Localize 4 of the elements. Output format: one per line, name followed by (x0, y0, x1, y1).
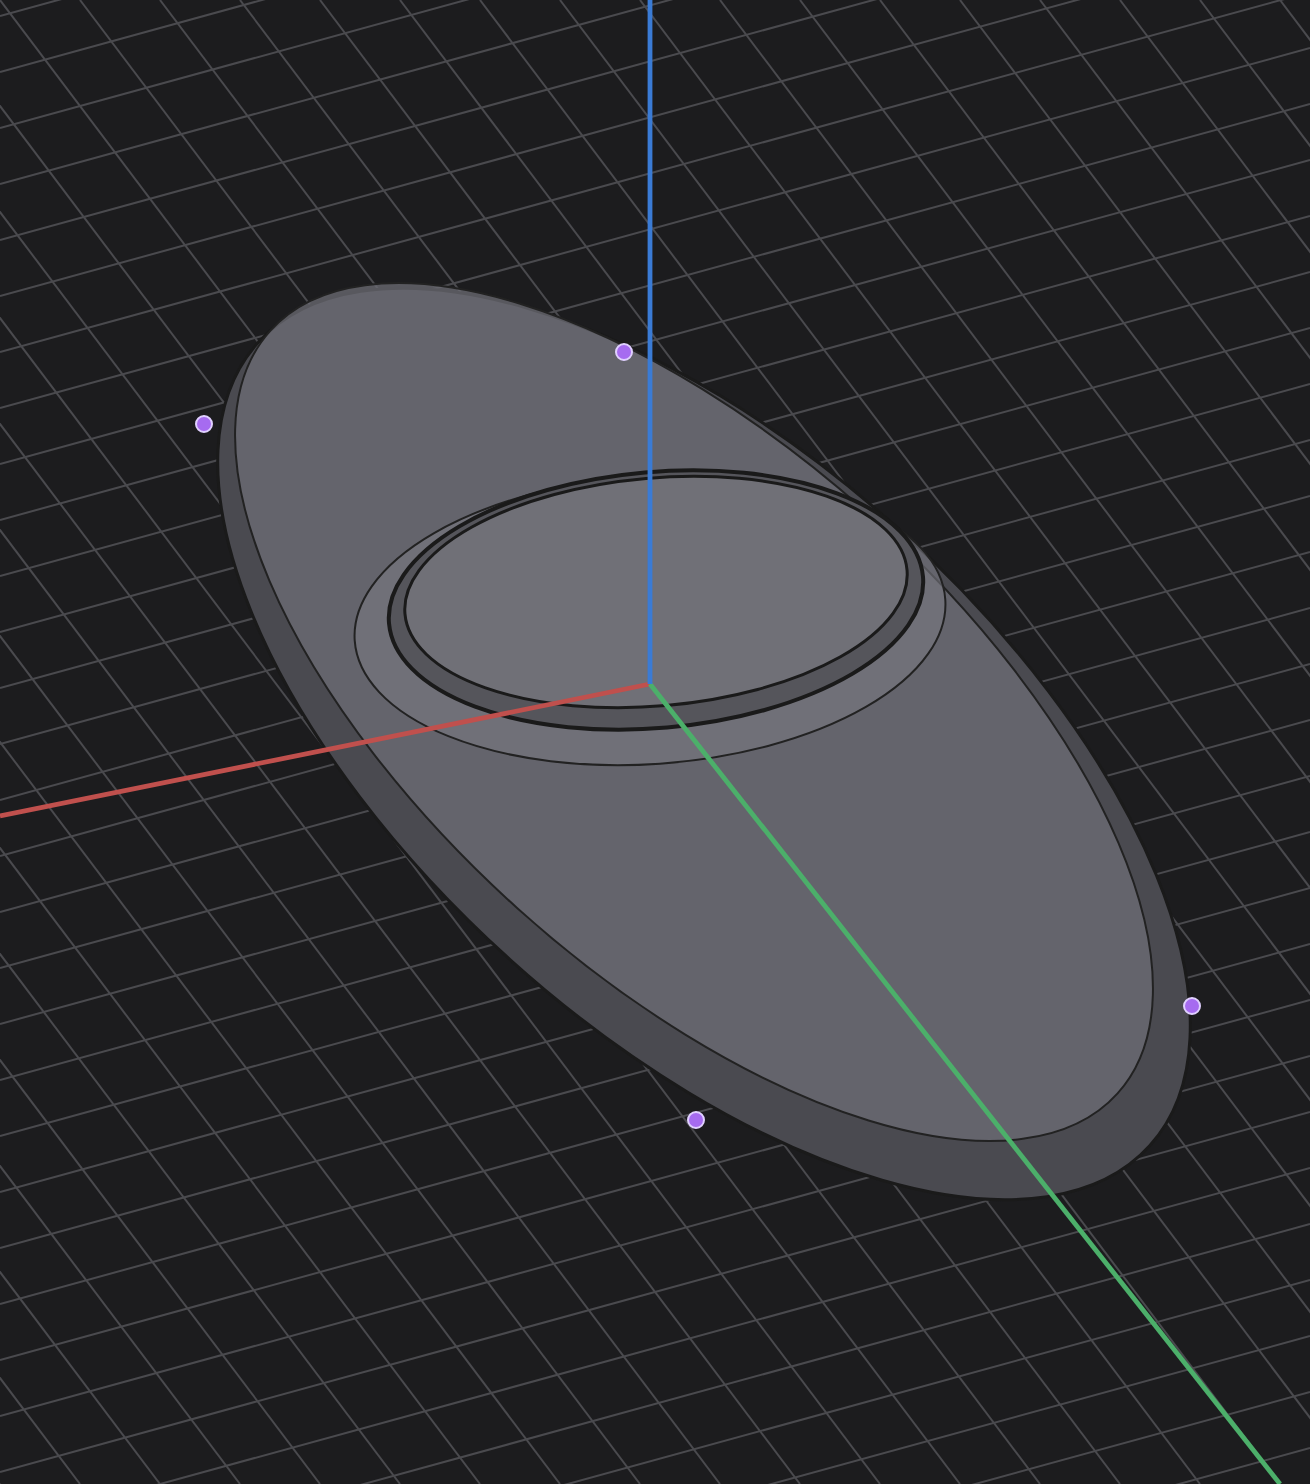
control-point[interactable] (615, 343, 633, 361)
control-point[interactable] (1183, 997, 1201, 1015)
control-point[interactable] (687, 1111, 705, 1129)
control-point[interactable] (195, 415, 213, 433)
